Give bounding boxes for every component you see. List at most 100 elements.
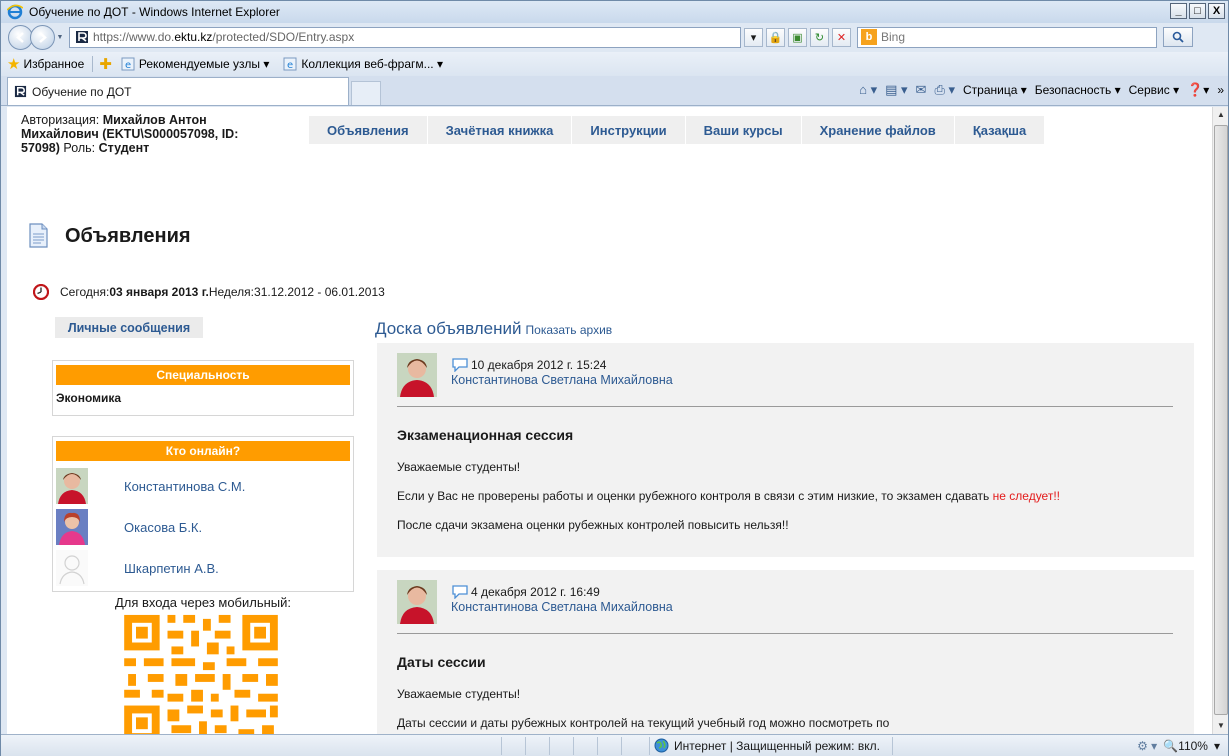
favorites-label: Избранное bbox=[23, 57, 85, 71]
command-bar: ⌂ ▾ ▤ ▾ ✉ ⎙ ▾ Страница ▾ Безопасность ▾ … bbox=[859, 82, 1224, 98]
add-to-favorites-bar-button[interactable]: ✚ bbox=[99, 55, 115, 73]
nav-instructions[interactable]: Инструкции bbox=[572, 116, 686, 144]
nav-courses[interactable]: Ваши курсы bbox=[685, 116, 802, 144]
more-commands-button[interactable]: » bbox=[1217, 83, 1224, 97]
mobile-login-label: Для входа через мобильный: bbox=[114, 595, 292, 610]
qr-code-icon bbox=[120, 611, 282, 734]
favorite-label: Рекомендуемые узлы ▾ bbox=[138, 57, 270, 71]
favorites-star-icon: ★ bbox=[7, 56, 21, 73]
favorite-web-slice-gallery[interactable]: e Коллекция веб-фрагм... ▾ bbox=[283, 57, 443, 71]
post-author-link[interactable]: Константинова Светлана Михайловна bbox=[451, 373, 673, 387]
favorite-suggested-sites[interactable]: e Рекомендуемые узлы ▾ bbox=[121, 57, 270, 71]
post-paragraph: Даты сессии и даты рубежных контролей на… bbox=[397, 716, 890, 730]
board-header: Доска объявлений Показать архив bbox=[375, 319, 612, 339]
compatibility-view-icon[interactable]: ▣ bbox=[788, 27, 807, 47]
comment-bubble-icon[interactable] bbox=[451, 584, 469, 599]
forward-button[interactable] bbox=[30, 24, 55, 50]
post-author-link[interactable]: Константинова Светлана Михайловна bbox=[451, 600, 673, 614]
vertical-scrollbar[interactable]: ▲ ▼ bbox=[1212, 107, 1228, 734]
post-date-text: 4 декабря 2012 г. 16:49 bbox=[471, 584, 600, 599]
security-zone[interactable]: Интернет | Защищенный режим: вкл. bbox=[649, 736, 893, 755]
refresh-icon[interactable]: ↻ bbox=[810, 27, 829, 47]
scroll-up-arrow-icon[interactable]: ▲ bbox=[1213, 107, 1229, 123]
search-input[interactable]: b Bing bbox=[857, 26, 1157, 48]
status-cell bbox=[501, 736, 525, 755]
tab-title: Обучение по ДОТ bbox=[32, 84, 132, 99]
post-title: Даты сессии bbox=[397, 654, 486, 670]
post-greeting: Уважаемые студенты! bbox=[397, 460, 521, 474]
comment-bubble-icon[interactable] bbox=[451, 357, 469, 372]
tools-menu[interactable]: Сервис ▾ bbox=[1129, 83, 1179, 97]
safety-menu[interactable]: Безопасность ▾ bbox=[1035, 83, 1121, 97]
online-user-row: Шкарпетин А.В. bbox=[56, 550, 219, 586]
nav-file-storage[interactable]: Хранение файлов bbox=[801, 116, 955, 144]
print-icon[interactable]: ⎙ ▾ bbox=[934, 82, 955, 98]
svg-text:e: e bbox=[125, 60, 131, 71]
auth-prefix: Авторизация: bbox=[21, 113, 103, 127]
tab-active[interactable]: Обучение по ДОТ bbox=[7, 77, 349, 105]
feeds-icon[interactable]: ▤ ▾ bbox=[885, 82, 907, 98]
globe-icon bbox=[654, 738, 669, 753]
svg-text:e: e bbox=[287, 60, 293, 71]
scrollbar-thumb[interactable] bbox=[1214, 125, 1228, 715]
post-date: 10 декабря 2012 г. 15:24 bbox=[451, 357, 673, 372]
search-button[interactable] bbox=[1163, 27, 1193, 47]
bing-icon: b bbox=[861, 29, 877, 45]
avatar bbox=[56, 509, 88, 545]
address-bar[interactable]: https://www.do.ektu.kz/protected/SDO/Ent… bbox=[69, 26, 741, 48]
auth-info: Авторизация: Михайлов Антон Михайлович (… bbox=[21, 113, 276, 155]
tab-bar: Обучение по ДОТ ⌂ ▾ ▤ ▾ ✉ ⎙ ▾ Страница ▾… bbox=[1, 76, 1228, 106]
stop-icon[interactable]: ✕ bbox=[832, 27, 851, 47]
nav-kazakh-language[interactable]: Қазақша bbox=[954, 116, 1046, 144]
personal-messages-link[interactable]: Личные сообщения bbox=[55, 317, 203, 338]
recent-pages-dropdown[interactable]: ▼ bbox=[55, 34, 65, 41]
favorites-button[interactable]: ★ Избранное bbox=[7, 55, 84, 73]
speciality-value: Экономика bbox=[56, 391, 122, 405]
role-value: Студент bbox=[98, 141, 150, 155]
online-user-row: Окасова Б.К. bbox=[56, 509, 202, 545]
main-nav: Объявления Зачётная книжка Инструкции Ва… bbox=[309, 116, 1046, 144]
online-user-link[interactable]: Шкарпетин А.В. bbox=[124, 561, 219, 576]
zone-text: Интернет | Защищенный режим: вкл. bbox=[674, 738, 880, 753]
speciality-box: Специальность Экономика bbox=[52, 360, 354, 416]
mail-icon[interactable]: ✉ bbox=[916, 82, 927, 98]
maximize-button[interactable]: □ bbox=[1189, 3, 1206, 19]
speciality-header: Специальность bbox=[56, 365, 350, 385]
search-placeholder: Bing bbox=[881, 30, 906, 44]
new-tab-button[interactable] bbox=[351, 81, 381, 105]
ie-logo-icon bbox=[7, 4, 23, 20]
today-info: Сегодня: 03 января 2013 г. Неделя: 31.12… bbox=[33, 284, 385, 300]
nav-announcements[interactable]: Объявления bbox=[309, 116, 428, 144]
close-window-button[interactable]: X bbox=[1208, 3, 1225, 19]
home-icon[interactable]: ⌂ ▾ bbox=[859, 82, 877, 98]
ie-page-icon: e bbox=[283, 57, 297, 71]
ie-page-icon: e bbox=[121, 57, 135, 71]
announcement-post: 4 декабря 2012 г. 16:49 Константинова Св… bbox=[377, 570, 1194, 734]
security-lock-icon[interactable]: 🔒 bbox=[766, 27, 785, 47]
title-bar: Обучение по ДОТ - Windows Internet Explo… bbox=[1, 1, 1228, 23]
online-user-link[interactable]: Окасова Б.К. bbox=[124, 520, 202, 535]
online-user-row: Константинова С.М. bbox=[56, 468, 245, 504]
window-title: Обучение по ДОТ - Windows Internet Explo… bbox=[29, 5, 280, 19]
zoom-level-button[interactable]: 🔍110% bbox=[1163, 739, 1208, 753]
today-date: 03 января 2013 г. bbox=[109, 285, 209, 299]
board-title: Доска объявлений bbox=[375, 319, 522, 338]
browser-window: Обучение по ДОТ - Windows Internet Explo… bbox=[0, 0, 1229, 756]
announcement-post: 10 декабря 2012 г. 15:24 Константинова С… bbox=[377, 343, 1194, 557]
scroll-down-arrow-icon[interactable]: ▼ bbox=[1213, 718, 1229, 734]
status-cell bbox=[621, 736, 645, 755]
post-greeting: Уважаемые студенты! bbox=[397, 687, 521, 701]
online-user-link[interactable]: Константинова С.М. bbox=[124, 479, 245, 494]
help-menu[interactable]: ❓▾ bbox=[1187, 82, 1209, 98]
post-paragraph: Если у Вас не проверены работы и оценки … bbox=[397, 489, 1060, 503]
nav-gradebook[interactable]: Зачётная книжка bbox=[427, 116, 573, 144]
show-archive-link[interactable]: Показать архив bbox=[526, 323, 613, 337]
minimize-button[interactable]: _ bbox=[1170, 3, 1187, 19]
zoom-dropdown-icon[interactable]: ▾ bbox=[1214, 739, 1220, 753]
page-menu[interactable]: Страница ▾ bbox=[963, 83, 1027, 97]
url-text: https://www.do.ektu.kz/protected/SDO/Ent… bbox=[93, 30, 355, 44]
protected-mode-icon[interactable]: ⚙ ▾ bbox=[1137, 739, 1157, 753]
magnifier-icon bbox=[1172, 31, 1184, 43]
site-favicon-icon bbox=[76, 31, 88, 43]
address-dropdown-icon[interactable]: ▾ bbox=[744, 27, 763, 47]
